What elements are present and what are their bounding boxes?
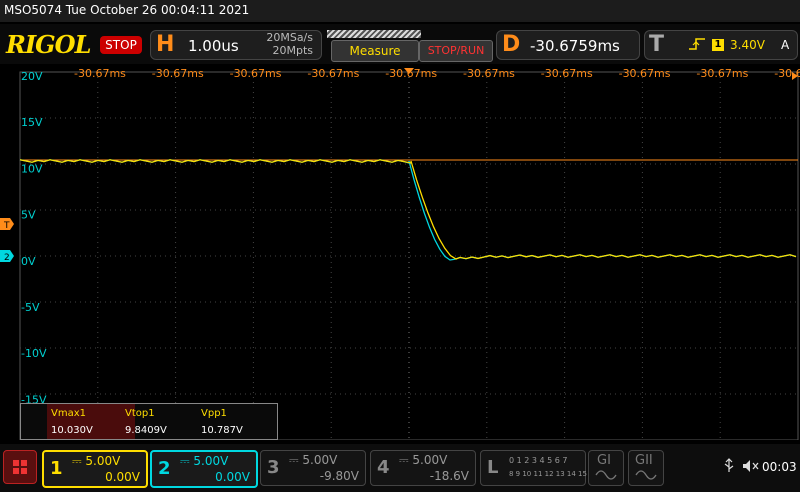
channel-2-scale-value: 5.00V [193,454,229,468]
generator-1-box[interactable]: GI [588,450,624,486]
channel-2-number: 2 [158,458,171,479]
volt-label: 20V [21,70,43,83]
run-state-badge[interactable]: STOP [100,36,142,54]
measurement-panel[interactable]: Vmax1 Vtop1 Vpp1 10.030V 9.8409V 10.787V [20,403,278,440]
time-label: -30.67ms [230,67,282,80]
stop-run-button[interactable]: STOP/RUN [419,40,493,62]
sine-wave-icon [635,470,657,480]
time-label: -30.67ms [463,67,515,80]
logic-channels-row1: 0 1 2 3 4 5 6 7 [509,456,568,465]
volt-label: 15V [21,116,43,129]
channel-1-box[interactable]: 1 ⎓ 5.00V 0.00V [42,450,148,488]
window-title: MSO5074 Tue October 26 00:04:11 2021 [4,3,250,17]
volt-label: 5V [21,209,36,222]
channel-1-offset: 0.00V [105,470,140,484]
menu-pull-tab[interactable] [327,30,421,38]
channel-1-scale-value: 5.00V [85,454,121,468]
measure-value-vmax: 10.030V [51,425,93,436]
measure-header-vtop: Vtop1 [125,408,155,419]
measure-value-vpp: 10.787V [201,425,243,436]
channel-2-scale: ⎓ 5.00V [180,454,229,468]
trigger-level: 3.40V [730,38,765,52]
logic-label: L [487,457,499,478]
channel-2-offset-marker[interactable]: 2 [0,250,14,263]
channel-2-offset: 0.00V [215,470,250,484]
volt-label: 10V [21,162,43,175]
measure-value-vtop: 9.8409V [125,425,167,436]
channel-3-box[interactable]: 3 ⎓ 5.00V -9.80V [260,450,366,486]
generator-1-label: GI [597,453,611,468]
channel-4-scale-value: 5.00V [412,453,448,467]
measure-header-vmax: Vmax1 [51,408,86,419]
memory-depth: 20Mpts [272,44,313,57]
channel-3-offset: -9.80V [319,469,359,483]
time-label: -30.67ms [774,67,800,80]
channel-4-box[interactable]: 4 ⎓ 5.00V -18.6V [370,450,476,486]
measure-header-vpp: Vpp1 [201,408,227,419]
sample-info: 20MSa/s 20Mpts [258,31,313,57]
waveform-display[interactable]: -30.67ms -30.67ms -30.67ms -30.67ms -30.67ms… [0,64,800,440]
channel-2-box[interactable]: 2 ⎓ 5.00V 0.00V [150,450,258,488]
trigger-marker-label: T [3,221,10,231]
time-label: -30.67ms [74,67,126,80]
delay-label: D [502,32,521,57]
time-label: -30.67ms [619,67,671,80]
timebase-value: 1.00us [188,37,239,55]
apps-grid-icon [13,460,27,474]
app-menu-button[interactable] [3,450,37,484]
volt-label: 0V [21,255,36,268]
channel-3-scale-value: 5.00V [302,453,338,467]
logic-channels-row2: 8 9 10 11 12 13 14 15 [509,470,587,478]
trigger-label: T [649,32,665,57]
rigol-logo: RIGOL [6,30,91,59]
volt-label: -10V [21,347,47,360]
trigger-source: 1 [712,39,724,51]
channel-4-offset: -18.6V [429,469,469,483]
sample-rate: 20MSa/s [266,31,313,44]
channel-1-scale: ⎓ 5.00V [72,454,121,468]
generator-2-label: GII [635,453,653,468]
channel-4-number: 4 [377,457,390,478]
rising-edge-icon [688,37,706,55]
channel-3-number: 3 [267,457,280,478]
generator-2-box[interactable]: GII [628,450,664,486]
delay-value: -30.6759ms [530,37,620,55]
time-label: -30.67ms [541,67,593,80]
trigger-mode: A [781,38,790,52]
channel-3-scale: ⎓ 5.00V [289,453,338,467]
time-label: -30.67ms [696,67,748,80]
logic-analyzer-box[interactable]: L 0 1 2 3 4 5 6 7 8 9 10 11 12 13 14 15 [480,450,587,486]
usb-icon [724,458,734,472]
time-label: -30.67ms [152,67,204,80]
channel-4-scale: ⎓ 5.00V [399,453,448,467]
trigger-level-marker[interactable]: T [0,218,14,231]
measure-button[interactable]: Measure [331,40,419,62]
sine-wave-icon [595,470,617,480]
channel-1-number: 1 [50,458,63,479]
volt-label: -5V [21,301,40,314]
horizontal-label: H [156,32,175,57]
time-label: -30.67ms [307,67,359,80]
speaker-mute-icon[interactable] [742,459,760,473]
ch2-marker-label: 2 [4,253,10,263]
clock: 00:03 [762,460,797,474]
